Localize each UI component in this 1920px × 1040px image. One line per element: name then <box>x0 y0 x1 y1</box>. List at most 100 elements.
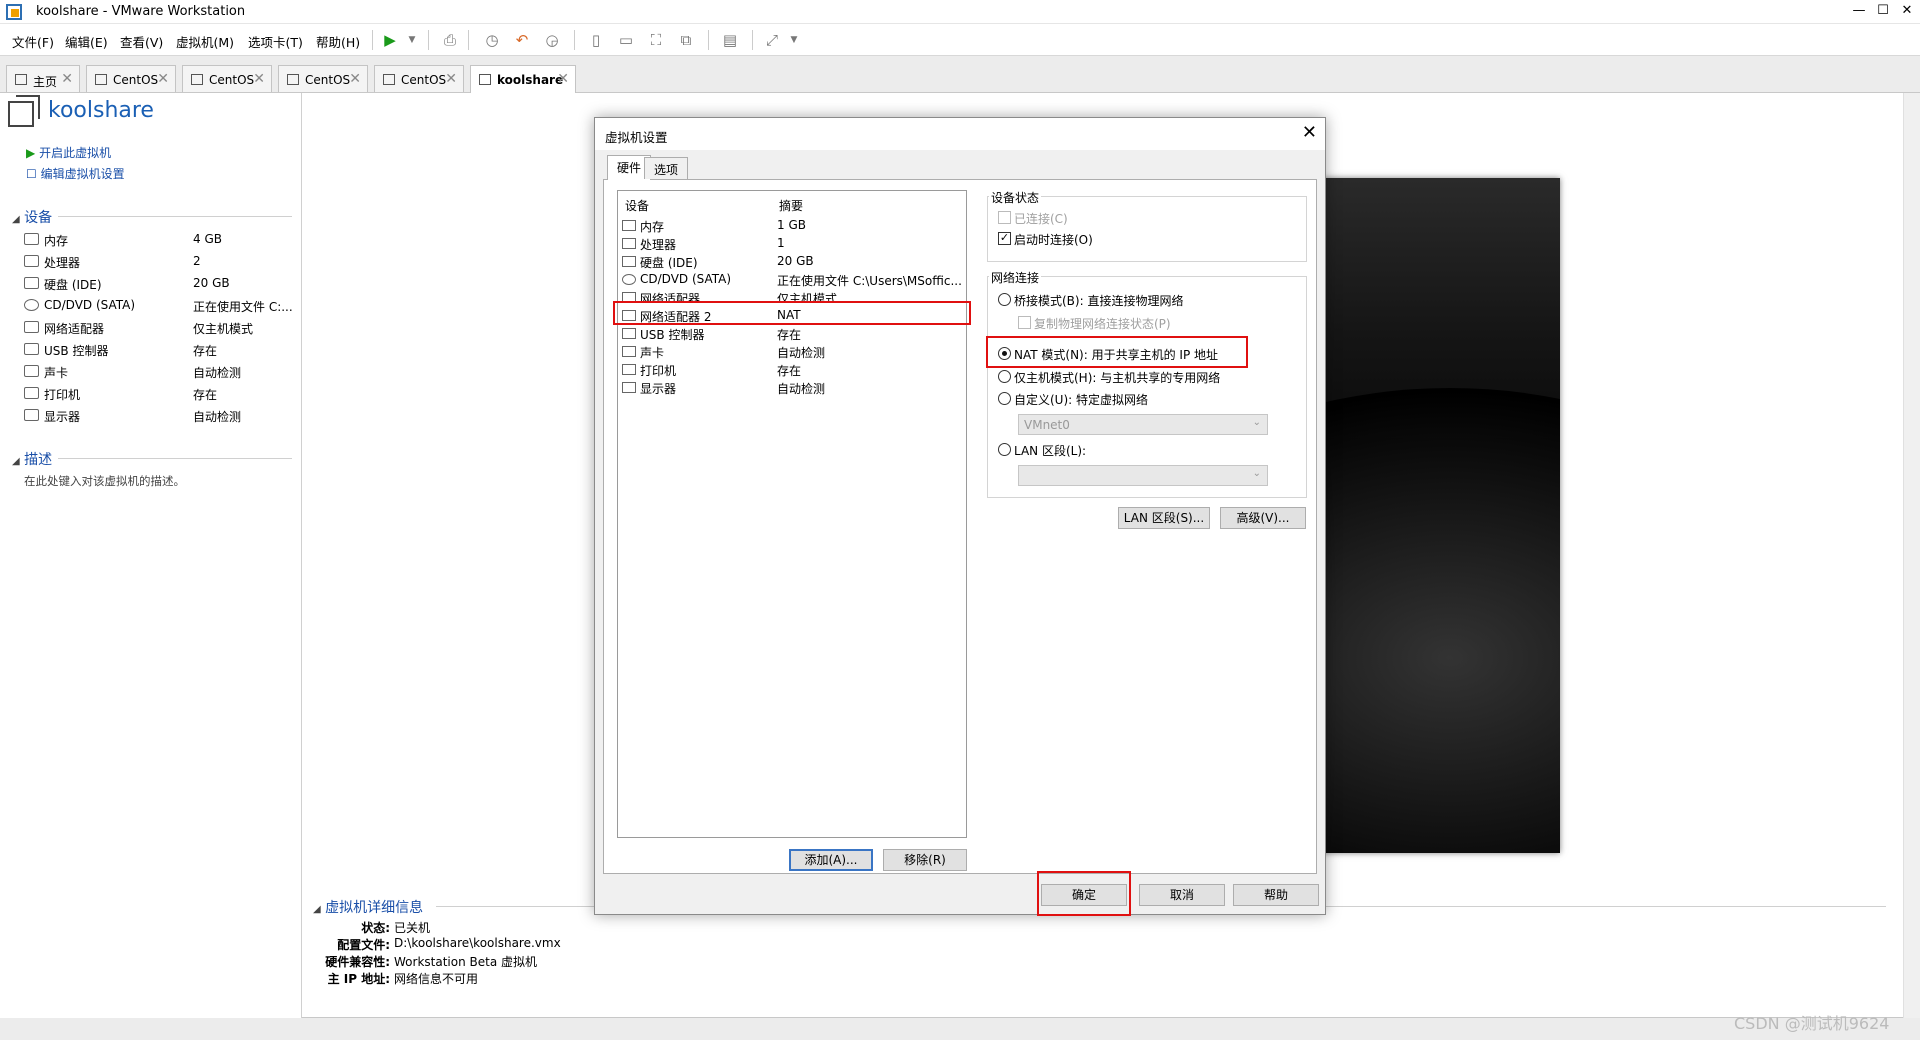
stretch-dropdown-icon[interactable]: ▼ <box>784 30 804 50</box>
connected-checkbox[interactable] <box>998 211 1011 224</box>
device-row-memory[interactable]: 内存 4 GB <box>24 231 294 251</box>
list-item[interactable]: 打印机 存在 <box>622 361 962 379</box>
devices-section-header[interactable]: ◢ 设备 <box>12 207 52 227</box>
close-icon[interactable]: ✕ <box>445 71 457 87</box>
device-row-display[interactable]: 显示器 自动检测 <box>24 407 294 427</box>
description-section-header[interactable]: ◢ 描述 <box>12 449 52 469</box>
description-field[interactable]: 在此处键入对该虚拟机的描述。 <box>24 473 185 489</box>
console-icon[interactable]: ▤ <box>720 30 740 50</box>
add-device-button[interactable]: 添加(A)... <box>789 849 873 871</box>
custom-label: 自定义(U): 特定虚拟网络 <box>1014 393 1149 407</box>
menu-edit[interactable]: 编辑(E) <box>65 32 108 51</box>
power-dropdown-icon[interactable]: ▼ <box>402 30 422 50</box>
summary-column-header[interactable]: 摘要 <box>779 197 803 214</box>
menu-tabs[interactable]: 选项卡(T) <box>248 32 303 51</box>
highlight-box-ok <box>1037 871 1131 916</box>
replicate-checkbox[interactable] <box>1018 316 1031 329</box>
detail-value-compat: Workstation Beta 虚拟机 <box>394 955 537 969</box>
bridged-radio[interactable] <box>998 293 1011 306</box>
device-row-sound[interactable]: 声卡 自动检测 <box>24 363 294 383</box>
send-keys-icon[interactable]: ⎙ <box>440 30 460 50</box>
library-view-icon[interactable]: ▯ <box>586 30 606 50</box>
device-value: 存在 <box>193 344 218 358</box>
vertical-scrollbar[interactable] <box>1903 93 1920 1018</box>
collapse-icon: ◢ <box>313 904 321 915</box>
power-on-icon[interactable]: ▶ <box>380 30 400 50</box>
help-button[interactable]: 帮助 <box>1233 884 1319 906</box>
toolbar-separator <box>574 30 575 50</box>
snapshot-icon[interactable]: ◷ <box>482 30 502 50</box>
tab-koolshare[interactable]: koolshare ✕ <box>470 65 576 93</box>
connected-label: 已连接(C) <box>1014 212 1068 226</box>
row-name: CD/DVD (SATA) <box>640 272 732 286</box>
remove-device-button[interactable]: 移除(R) <box>883 849 967 871</box>
close-icon[interactable]: ✕ <box>253 71 265 87</box>
cpu-icon <box>24 255 39 267</box>
custom-radio[interactable] <box>998 392 1011 405</box>
lan-segment-select[interactable]: ⌄ <box>1018 465 1268 486</box>
list-item[interactable]: 网络适配器 仅主机模式 <box>622 289 962 301</box>
close-icon[interactable]: ✕ <box>557 71 569 87</box>
list-item[interactable]: 显示器 自动检测 <box>622 379 962 397</box>
fullscreen-icon[interactable]: ⛶ <box>646 30 666 50</box>
menu-view[interactable]: 查看(V) <box>120 32 163 51</box>
connect-on-start-checkbox[interactable]: ✓ <box>998 232 1011 245</box>
tab-options[interactable]: 选项 <box>644 157 689 179</box>
advanced-button[interactable]: 高级(V)... <box>1220 507 1306 529</box>
device-row-harddisk[interactable]: 硬盘 (IDE) 20 GB <box>24 275 294 295</box>
edit-vm-settings-link[interactable]: ☐ 编辑虚拟机设置 <box>26 165 125 182</box>
list-item[interactable]: 硬盘 (IDE) 20 GB <box>622 253 962 271</box>
device-row-network[interactable]: 网络适配器 仅主机模式 <box>24 319 294 339</box>
section-divider <box>58 216 292 217</box>
tab-home[interactable]: 主页 ✕ <box>6 65 80 92</box>
device-value: 自动检测 <box>193 366 242 380</box>
tab-centos-2[interactable]: CentOS ✕ <box>182 65 272 92</box>
row-value: 存在 <box>777 328 802 342</box>
stretch-view-icon[interactable]: ⤢ <box>762 30 782 50</box>
menu-file[interactable]: 文件(F) <box>12 32 54 51</box>
list-item[interactable]: 处理器 1 <box>622 235 962 253</box>
tab-centos-4[interactable]: CentOS ✕ <box>374 65 464 92</box>
list-item[interactable]: 内存 1 GB <box>622 217 962 235</box>
close-icon[interactable]: ✕ <box>61 71 73 87</box>
network-connection-title: 网络连接 <box>989 269 1042 286</box>
status-bar <box>0 1018 1920 1040</box>
device-row-cpu[interactable]: 处理器 2 <box>24 253 294 273</box>
vm-details-section-header[interactable]: ◢ 虚拟机详细信息 <box>313 897 423 917</box>
tab-label: CentOS <box>305 73 351 87</box>
close-icon[interactable]: ✕ <box>157 71 169 87</box>
close-window-button[interactable]: ✕ <box>1892 0 1920 24</box>
vm-icon <box>287 74 299 85</box>
collapse-icon: ◢ <box>12 456 20 467</box>
device-row-cdrom[interactable]: CD/DVD (SATA) 正在使用文件 C:... <box>24 297 294 317</box>
custom-vmnet-select[interactable]: VMnet0 ⌄ <box>1018 414 1268 435</box>
device-row-printer[interactable]: 打印机 存在 <box>24 385 294 405</box>
device-column-header[interactable]: 设备 <box>625 197 649 214</box>
dialog-close-icon[interactable]: ✕ <box>1302 122 1317 143</box>
toolbar-separator <box>372 30 373 50</box>
lan-segment-radio[interactable] <box>998 443 1011 456</box>
row-name: 内存 <box>640 220 665 234</box>
menu-help[interactable]: 帮助(H) <box>316 32 360 51</box>
vm-screen-preview[interactable] <box>1320 178 1560 853</box>
snapshot-manager-icon[interactable]: ◶ <box>542 30 562 50</box>
connect-on-start-label: 启动时连接(O) <box>1014 233 1093 247</box>
close-icon[interactable]: ✕ <box>349 71 361 87</box>
power-on-vm-link[interactable]: ▶ 开启此虚拟机 <box>26 144 111 161</box>
thumbnail-view-icon[interactable]: ▭ <box>616 30 636 50</box>
list-item[interactable]: 声卡 自动检测 <box>622 343 962 361</box>
tab-centos-1[interactable]: CentOS ✕ <box>86 65 176 92</box>
cancel-button[interactable]: 取消 <box>1139 884 1225 906</box>
device-row-usb[interactable]: USB 控制器 存在 <box>24 341 294 361</box>
unity-icon[interactable]: ⧉ <box>676 30 696 50</box>
host-only-radio[interactable] <box>998 370 1011 383</box>
menu-vm[interactable]: 虚拟机(M) <box>176 32 234 51</box>
lan-segments-button[interactable]: LAN 区段(S)... <box>1118 507 1210 529</box>
list-item[interactable]: USB 控制器 存在 <box>622 325 962 343</box>
tab-centos-3[interactable]: CentOS ✕ <box>278 65 368 92</box>
tab-label: 主页 <box>33 75 58 89</box>
list-item[interactable]: CD/DVD (SATA) 正在使用文件 C:\Users\MSoffic... <box>622 271 962 289</box>
vm-icon <box>191 74 203 85</box>
row-name: 显示器 <box>640 382 677 396</box>
revert-snapshot-icon[interactable]: ↶ <box>512 30 532 50</box>
